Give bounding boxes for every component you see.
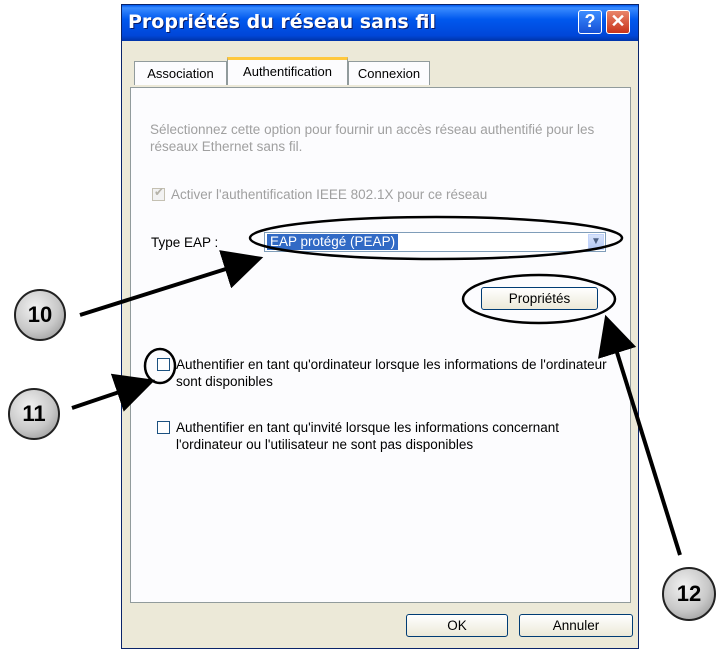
arrow-12 bbox=[598, 314, 682, 556]
annotation-overlay bbox=[71, 215, 682, 556]
checkbox-highlight-ellipse bbox=[143, 347, 177, 385]
tab-authentification[interactable]: Authentification bbox=[227, 57, 348, 85]
eap-select-highlight-ellipse bbox=[248, 215, 624, 261]
arrow-11 bbox=[71, 373, 156, 412]
arrow-10 bbox=[79, 250, 264, 317]
callout-11: 11 bbox=[8, 388, 60, 440]
callout-12: 12 bbox=[662, 567, 716, 621]
properties-highlight-ellipse bbox=[461, 273, 617, 325]
callout-10: 10 bbox=[14, 289, 66, 341]
